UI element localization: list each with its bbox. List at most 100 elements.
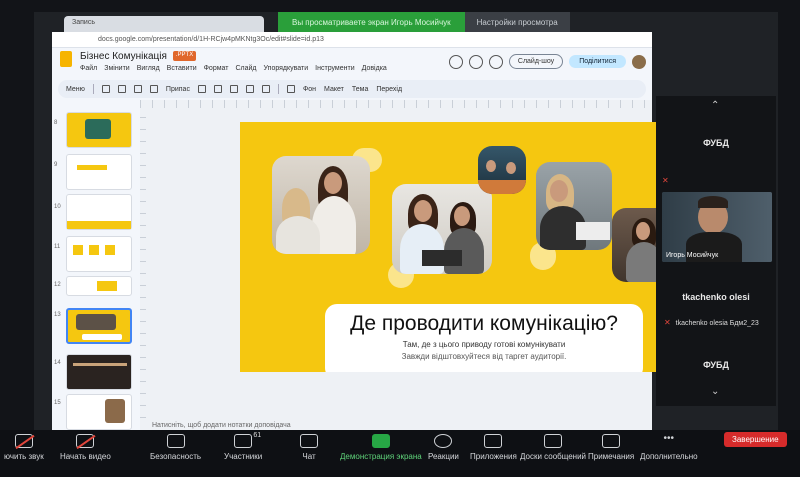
comments-icon[interactable]: [468, 54, 483, 69]
slide-thumbnail[interactable]: [66, 276, 132, 296]
background-button[interactable]: Фон: [303, 86, 316, 93]
header-actions: Слайд-шоу Поділитися: [448, 54, 646, 69]
slide-thumbnail[interactable]: [66, 394, 132, 430]
mic-muted-icon: ✕: [662, 176, 669, 185]
undo-icon[interactable]: [101, 85, 110, 93]
browser-tab[interactable]: Запись: [64, 16, 264, 32]
thumbnail-number: 13: [54, 312, 61, 318]
whiteboard-icon: [544, 434, 562, 448]
browser-window: docs.google.com/presentation/d/1H-RCjw4p…: [52, 32, 658, 432]
more-button[interactable]: ••• Дополнительно: [640, 433, 698, 462]
chevron-up-icon[interactable]: ⌃: [711, 100, 721, 111]
slide-caption-box: Де проводити комунікацію? Там, де з цьог…: [325, 304, 643, 372]
unmute-label: ючить звук: [4, 452, 44, 461]
reactions-button[interactable]: Реакции: [428, 434, 459, 461]
comment-add-icon[interactable]: [286, 85, 295, 93]
print-icon[interactable]: [133, 85, 142, 93]
slide-thumbnail[interactable]: [66, 112, 132, 148]
image-icon[interactable]: [229, 85, 238, 93]
select-icon[interactable]: [197, 85, 206, 93]
slideshow-button[interactable]: Слайд-шоу: [508, 54, 564, 69]
theme-button[interactable]: Тема: [352, 86, 368, 93]
participant-video-name: Игорь Мосийчук: [666, 252, 719, 259]
view-settings-button[interactable]: Настройки просмотра: [464, 12, 570, 32]
share-status-label: Вы просматриваете экран Игорь Мосийчук: [278, 12, 465, 32]
history-icon[interactable]: [448, 54, 463, 69]
layout-button[interactable]: Макет: [324, 86, 344, 93]
share-button[interactable]: Поділитися: [569, 55, 626, 68]
photo-woman-phone: [536, 162, 612, 250]
line-icon[interactable]: [261, 85, 270, 93]
slides-logo-icon[interactable]: [60, 51, 72, 67]
toolbar-divider: [92, 84, 94, 94]
slide-thumbnail-selected[interactable]: [66, 308, 132, 344]
chevron-down-icon[interactable]: ⌄: [711, 386, 721, 397]
participant-video-tile[interactable]: Игорь Мосийчук: [662, 192, 772, 262]
slide-canvas[interactable]: Де проводити комунікацію? Там, де з цьог…: [140, 100, 658, 432]
share-screen-button[interactable]: Демонстрация экрана: [340, 434, 422, 461]
whiteboards-label: Доски сообщений: [520, 452, 587, 461]
end-meeting-button[interactable]: Завершение: [724, 432, 787, 447]
notes-button[interactable]: Примечания: [588, 434, 634, 461]
document-title[interactable]: Бізнес Комунікація: [80, 51, 167, 62]
fit-dropdown[interactable]: Припас: [166, 86, 190, 93]
thumbnail-number: 11: [54, 244, 61, 250]
chat-label: Чат: [302, 452, 316, 461]
reactions-label: Реакции: [428, 452, 459, 461]
transition-button[interactable]: Перехід: [376, 86, 402, 93]
participant-label: ФУБД: [703, 360, 729, 370]
share-screen-icon: [371, 434, 390, 448]
menu-item-slide[interactable]: Слайд: [235, 65, 256, 72]
zoom-icon[interactable]: [149, 85, 158, 93]
meet-icon[interactable]: [488, 54, 503, 69]
text-box-icon[interactable]: [213, 85, 222, 93]
notes-label: Примечания: [588, 452, 635, 461]
zoom-toolbar: ючить звук Начать видео Безопасность 61 …: [0, 430, 800, 477]
participant-label: ФУБД: [703, 138, 729, 148]
menu-item-view[interactable]: Вигляд: [137, 65, 160, 72]
participants-button[interactable]: 61 Участники: [224, 432, 263, 461]
current-slide[interactable]: Де проводити комунікацію? Там, де з цьог…: [240, 122, 658, 372]
toolbar-menu-button[interactable]: Меню: [66, 86, 85, 93]
apps-button[interactable]: Приложения: [470, 434, 517, 461]
speaker-notes-field[interactable]: Натисніть, щоб додати нотатки доповідача: [152, 422, 291, 429]
slide-thumbnail[interactable]: [66, 354, 132, 390]
security-button[interactable]: Безопасность: [150, 434, 201, 461]
menu-item-tools[interactable]: Інструменти: [315, 65, 354, 72]
shape-icon[interactable]: [245, 85, 254, 93]
browser-tab-label: Запись: [72, 19, 95, 26]
start-video-button[interactable]: Начать видео: [60, 434, 111, 461]
slide-thumbnail[interactable]: [66, 154, 132, 190]
more-dots-icon: •••: [663, 433, 675, 444]
redo-icon[interactable]: [117, 85, 126, 93]
vertical-ruler: [140, 108, 146, 418]
menu-item-help[interactable]: Довідка: [362, 65, 387, 72]
chat-button[interactable]: Чат: [300, 434, 318, 461]
avatar[interactable]: [632, 54, 646, 69]
participant-name-small: tkachenko olesia Бдм2_23: [675, 320, 759, 327]
people-icon: 61: [234, 432, 261, 448]
smiley-icon: [434, 434, 453, 448]
participants-count: 61: [253, 432, 262, 439]
slide-thumbnail[interactable]: [66, 236, 132, 272]
share-screen-label: Демонстрация экрана: [340, 452, 422, 461]
slide-subtitle: Там, де з цього приводу готові комунікув…: [402, 340, 566, 349]
slide-thumbnail[interactable]: [66, 194, 132, 230]
chat-icon: [300, 434, 318, 448]
apps-label: Приложения: [470, 452, 517, 461]
menu-item-file[interactable]: Файл: [80, 65, 97, 72]
menu-item-edit[interactable]: Змінити: [104, 65, 130, 72]
unmute-button[interactable]: ючить звук: [4, 434, 44, 461]
menu-item-format[interactable]: Формат: [204, 65, 229, 72]
screen: Вы просматриваете экран Игорь Мосийчук Н…: [34, 12, 778, 442]
start-video-label: Начать видео: [60, 452, 111, 461]
mic-muted-icon: ✕: [664, 318, 671, 327]
participants-label: Участники: [224, 452, 263, 461]
whiteboards-button[interactable]: Доски сообщений: [520, 434, 586, 461]
address-bar[interactable]: docs.google.com/presentation/d/1H-RCjw4p…: [52, 32, 652, 48]
horizontal-ruler: [140, 100, 652, 108]
camera-icon: [76, 434, 97, 450]
menu-item-arrange[interactable]: Упорядкувати: [264, 65, 309, 72]
notes-icon: [602, 434, 621, 448]
menu-item-insert[interactable]: Вставити: [167, 65, 197, 72]
